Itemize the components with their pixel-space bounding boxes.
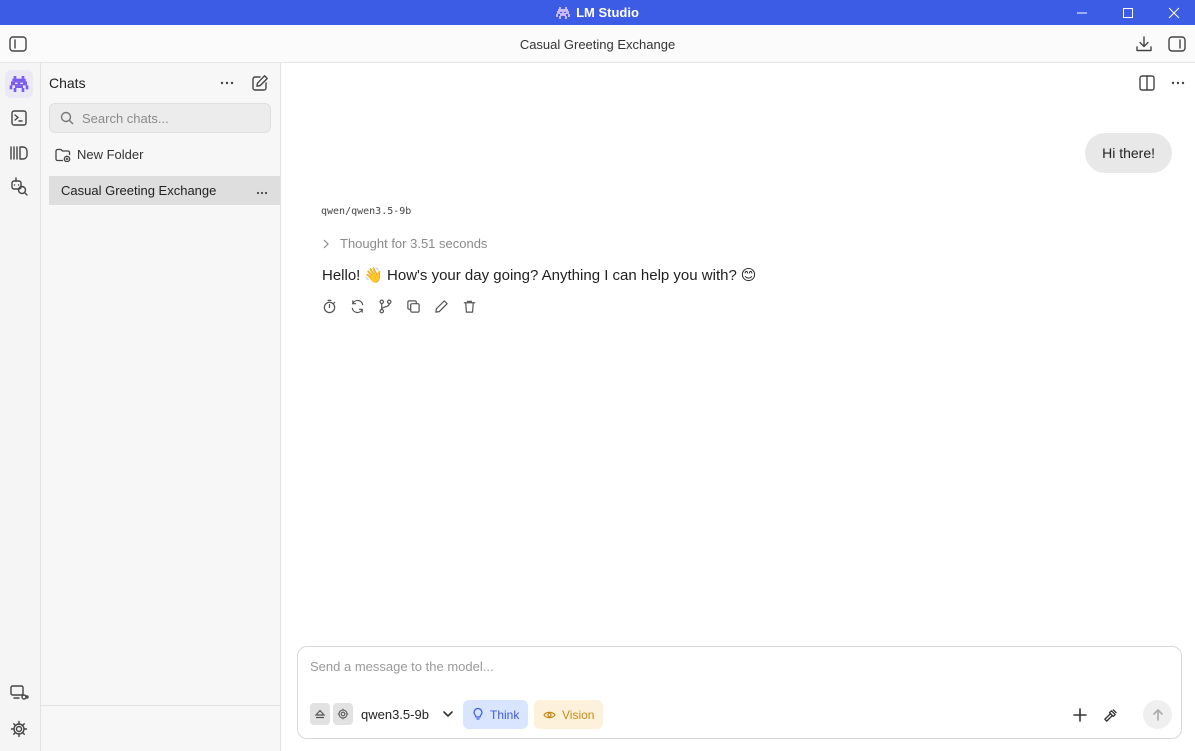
refresh-icon xyxy=(351,299,363,313)
nav-chat[interactable] xyxy=(5,70,33,98)
assistant-message-text: How's your day going? Anything I can hel… xyxy=(387,266,737,284)
ellipsis-icon xyxy=(1171,81,1185,85)
split-view-button[interactable] xyxy=(1137,74,1157,92)
minimize-icon xyxy=(1077,12,1087,13)
chat-list-item-title: Casual Greeting Exchange xyxy=(61,183,217,198)
search-icon xyxy=(60,111,74,125)
right-panel-icon xyxy=(1168,36,1186,52)
stats-button[interactable] xyxy=(321,298,337,314)
chat-panel: Hi there! qwen/qwen3.5-9b Thought for 3.… xyxy=(281,63,1195,751)
new-folder-label: New Folder xyxy=(77,147,144,162)
waving-hand-emoji: 👋 xyxy=(364,267,384,284)
model-selector[interactable]: qwen3.5-9b xyxy=(361,703,455,725)
lm-studio-logo-icon xyxy=(556,6,571,19)
maximize-button[interactable] xyxy=(1105,0,1151,25)
chats-sidebar: Chats New Folder Casual Greeting Exchang… xyxy=(41,63,281,751)
chats-heading: Chats xyxy=(49,75,86,91)
message-composer: qwen3.5-9b Think Vision xyxy=(297,646,1182,739)
chat-robot-icon xyxy=(9,76,29,92)
search-input[interactable] xyxy=(82,110,252,126)
eject-model-button[interactable] xyxy=(310,703,330,725)
close-icon xyxy=(1168,7,1180,18)
new-chat-button[interactable] xyxy=(250,73,270,93)
window-title: LM Studio xyxy=(0,0,1195,25)
branch-button[interactable] xyxy=(377,298,393,314)
smiling-face-emoji: 😊 xyxy=(740,267,757,284)
assistant-model-label: qwen/qwen3.5-9b xyxy=(321,206,412,217)
arrow-up-icon xyxy=(1152,709,1163,721)
chat-list-item[interactable]: Casual Greeting Exchange xyxy=(49,176,280,205)
current-chat-title: Casual Greeting Exchange xyxy=(519,36,676,52)
gear-icon xyxy=(337,708,349,720)
chats-more-button[interactable] xyxy=(217,75,237,91)
minimize-button[interactable] xyxy=(1059,0,1105,25)
assistant-message: Hello! 👋 How's your day going? Anything … xyxy=(322,266,757,285)
sidebar-divider xyxy=(41,705,281,706)
vision-label: Vision xyxy=(562,707,595,722)
app-header: Casual Greeting Exchange xyxy=(0,25,1195,63)
copy-button[interactable] xyxy=(405,298,421,314)
discover-search-icon xyxy=(11,177,28,196)
download-icon xyxy=(1136,36,1152,52)
attach-button[interactable] xyxy=(1070,705,1090,725)
lightbulb-icon xyxy=(473,708,483,720)
eject-icon xyxy=(314,709,326,719)
search-chats-field[interactable] xyxy=(49,103,271,133)
download-button[interactable] xyxy=(1134,34,1154,54)
nav-runtime[interactable] xyxy=(5,679,33,707)
navigation-rail xyxy=(0,63,41,751)
regenerate-button[interactable] xyxy=(349,298,365,314)
user-message-bubble: Hi there! xyxy=(1085,133,1172,173)
user-message-text: Hi there! xyxy=(1102,145,1155,161)
compose-icon xyxy=(252,75,268,91)
chevron-down-icon xyxy=(443,711,453,717)
folder-plus-icon xyxy=(55,148,71,162)
nav-models[interactable] xyxy=(5,139,33,167)
tools-button[interactable] xyxy=(1100,705,1120,725)
thought-duration-label: Thought for 3.51 seconds xyxy=(340,236,488,251)
chat-item-more-button[interactable] xyxy=(256,183,268,198)
vision-toggle[interactable]: Vision xyxy=(534,700,604,729)
nav-settings[interactable] xyxy=(5,715,33,743)
pencil-icon xyxy=(434,299,448,313)
split-view-icon xyxy=(1139,75,1155,91)
thought-toggle[interactable]: Thought for 3.51 seconds xyxy=(322,236,487,251)
chat-options-button[interactable] xyxy=(1168,74,1188,92)
selected-model-label: qwen3.5-9b xyxy=(361,706,429,722)
app-title: LM Studio xyxy=(576,5,639,20)
server-link-icon xyxy=(10,685,29,700)
message-input[interactable] xyxy=(310,659,1010,683)
eye-icon xyxy=(543,711,556,718)
models-folder-icon xyxy=(10,146,28,160)
delete-button[interactable] xyxy=(461,298,477,314)
ellipsis-icon xyxy=(256,191,268,195)
branch-icon xyxy=(378,299,392,313)
stopwatch-icon xyxy=(323,299,335,313)
hammer-icon xyxy=(1103,708,1117,722)
think-label: Think xyxy=(490,707,520,722)
new-folder-button[interactable]: New Folder xyxy=(55,147,143,162)
edit-button[interactable] xyxy=(433,298,449,314)
close-window-button[interactable] xyxy=(1151,0,1195,25)
trash-icon xyxy=(463,300,475,313)
maximize-icon xyxy=(1123,7,1133,18)
toggle-right-panel-button[interactable] xyxy=(1167,34,1187,54)
copy-icon xyxy=(406,299,420,313)
window-titlebar: LM Studio xyxy=(0,0,1195,25)
nav-discover[interactable] xyxy=(5,172,33,200)
send-button[interactable] xyxy=(1143,700,1172,729)
plus-icon xyxy=(1073,708,1087,722)
message-actions xyxy=(321,298,477,314)
ellipsis-icon xyxy=(220,81,234,85)
chevron-right-icon xyxy=(323,239,329,248)
think-toggle[interactable]: Think xyxy=(463,700,529,729)
model-settings-button[interactable] xyxy=(333,703,353,725)
assistant-message-text: Hello! xyxy=(322,266,361,284)
gear-icon xyxy=(10,720,28,738)
nav-developer[interactable] xyxy=(5,104,33,132)
terminal-icon xyxy=(11,110,27,126)
